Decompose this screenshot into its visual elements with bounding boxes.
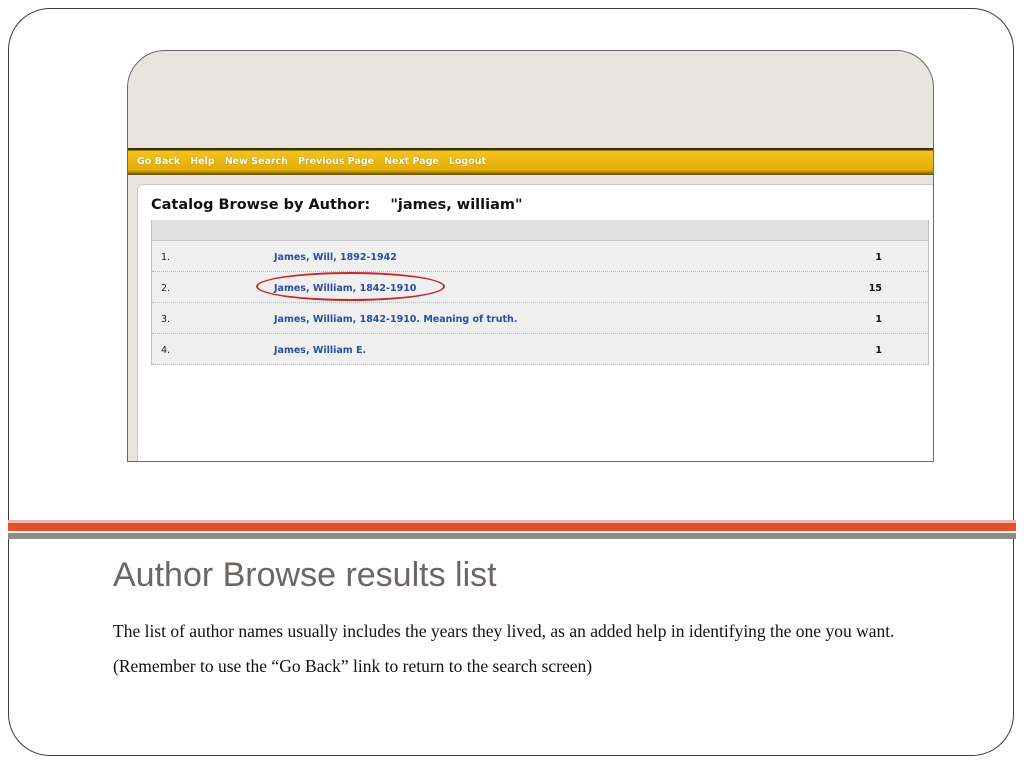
browse-panel: Catalog Browse by Author: "james, willia… [137, 184, 933, 461]
row-number: 1. [161, 252, 171, 263]
row-number: 4. [161, 345, 171, 356]
highlight-ellipse [256, 272, 445, 301]
record-count: 1 [875, 252, 882, 263]
browse-title: Catalog Browse by Author: "james, willia… [151, 197, 523, 213]
record-count: 1 [875, 345, 882, 356]
accent-band [8, 520, 1016, 540]
results-header [152, 220, 928, 241]
row-number: 3. [161, 314, 171, 325]
record-count: 15 [868, 283, 882, 294]
author-link[interactable]: James, William E. [274, 345, 366, 356]
result-row: 1. James, Will, 1892-1942 1 [152, 241, 928, 272]
body-paragraph: (Remember to use the “Go Back” link to r… [113, 656, 593, 676]
result-row: 3. James, William, 1842-1910. Meaning of… [152, 303, 928, 334]
catalog-screenshot: Go Back Help New Search Previous Page Ne… [127, 50, 934, 462]
author-link[interactable]: James, William, 1842-1910. Meaning of tr… [274, 314, 517, 325]
logout-link[interactable]: Logout [449, 156, 486, 167]
body-paragraph: The list of author names usually include… [113, 621, 895, 641]
help-link[interactable]: Help [190, 156, 214, 167]
new-search-link[interactable]: New Search [225, 156, 288, 167]
previous-page-link[interactable]: Previous Page [298, 156, 374, 167]
record-count: 1 [875, 314, 882, 325]
catalog-navbar: Go Back Help New Search Previous Page Ne… [128, 148, 933, 175]
slide-body: The list of author names usually include… [113, 617, 913, 687]
result-row: 4. James, William E. 1 [152, 334, 928, 365]
next-page-link[interactable]: Next Page [384, 156, 439, 167]
row-number: 2. [161, 283, 171, 294]
slide-title: Author Browse results list [113, 556, 497, 594]
go-back-link[interactable]: Go Back [137, 156, 180, 167]
author-link[interactable]: James, Will, 1892-1942 [274, 252, 397, 263]
